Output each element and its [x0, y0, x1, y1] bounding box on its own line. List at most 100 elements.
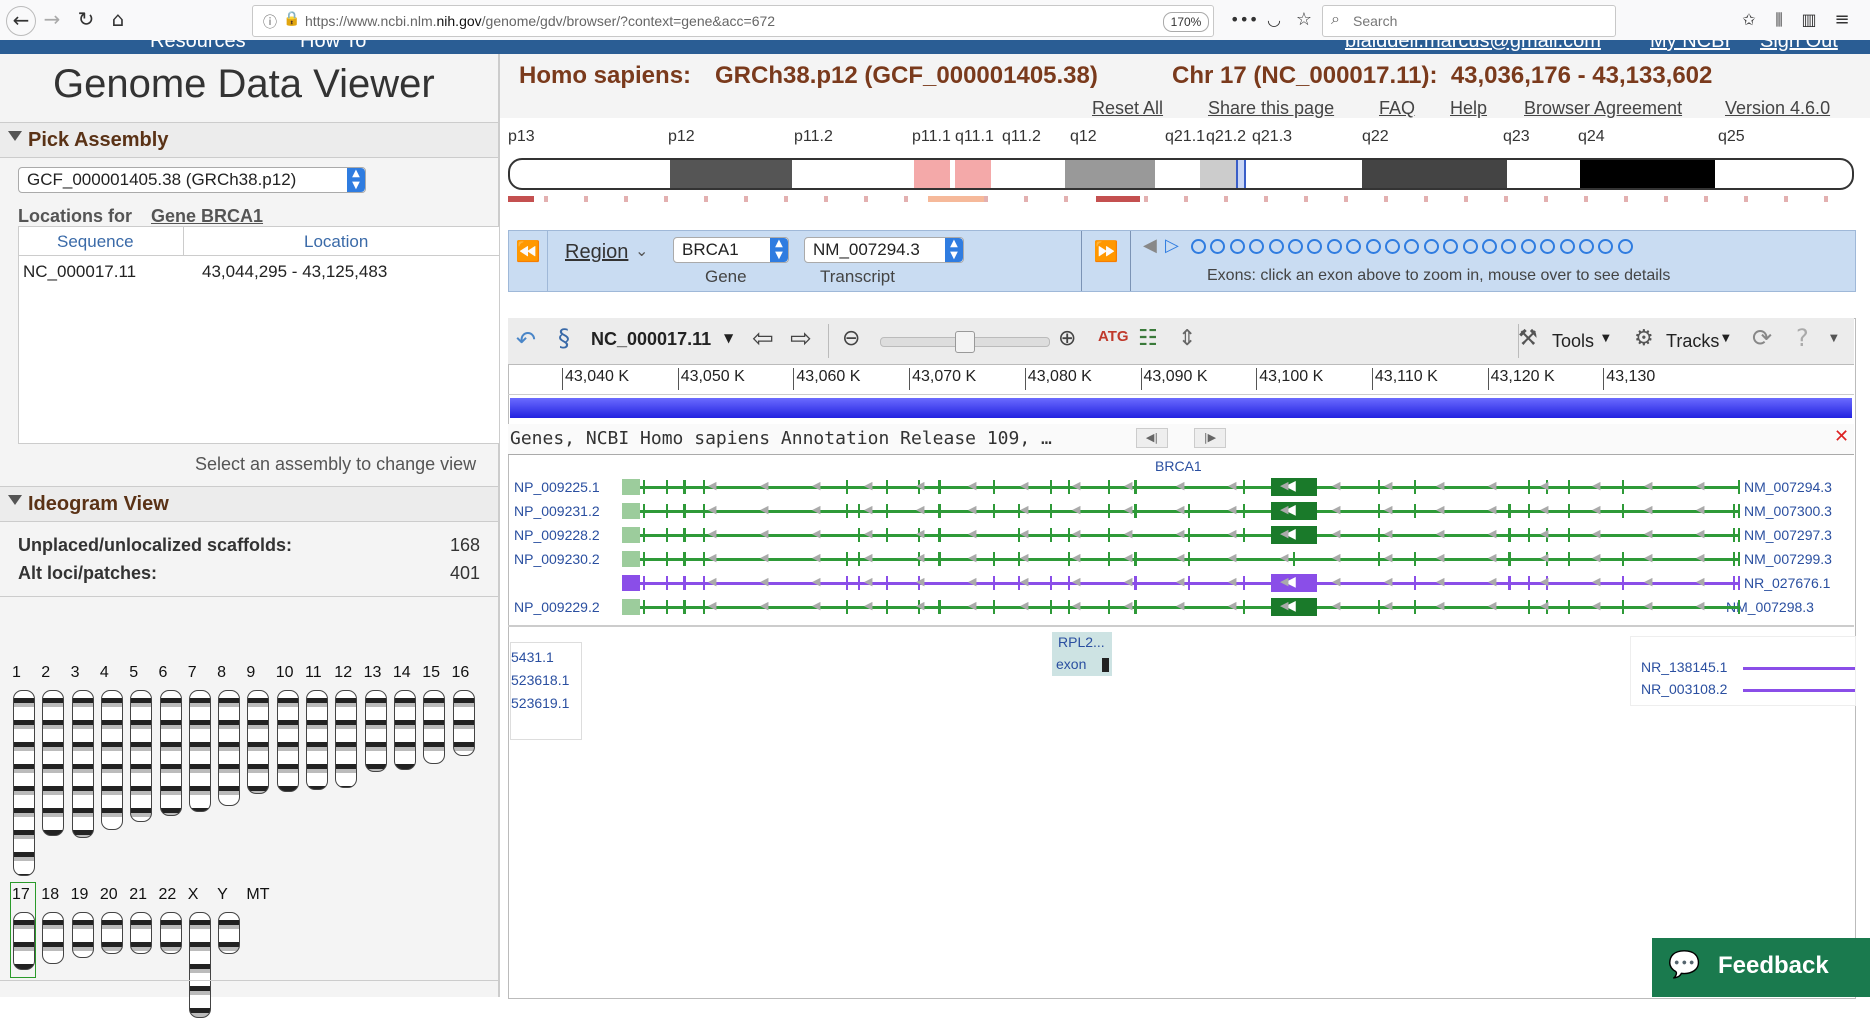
- chromosome-13[interactable]: [364, 690, 387, 772]
- sequence-dropdown[interactable]: NC_000017.11: [591, 329, 711, 350]
- chromosome-ideogram[interactable]: [508, 158, 1854, 190]
- forward-button[interactable]: →: [38, 6, 66, 34]
- chromosome-2[interactable]: [42, 690, 65, 836]
- zoom-in-icon[interactable]: ⊕: [1058, 326, 1076, 351]
- pan-left-icon[interactable]: ⇦: [752, 324, 774, 354]
- table-row[interactable]: NC_000017.11 43,044,295 - 43,125,483: [19, 259, 499, 285]
- chromosome-label[interactable]: 11: [305, 664, 322, 682]
- chromosome-label[interactable]: 21: [129, 886, 147, 904]
- refresh-icon[interactable]: ⟳: [1752, 324, 1772, 352]
- transcript-row[interactable]: NP_009231.2 NM_007300.3 ◀ ◀ ◀ ◀ ◀ ◀ ◀ ◀ ◀ ◀ ◀ ◀ ◀ ◀ ◀ ◀ ◀ ◀…: [508, 500, 1854, 522]
- gene-brca1-link[interactable]: Gene BRCA1: [151, 206, 263, 227]
- chromosome-11[interactable]: [306, 690, 328, 790]
- exon-dot[interactable]: [1346, 239, 1362, 254]
- chromosome-label[interactable]: Y: [217, 886, 228, 904]
- help-icon[interactable]: ?: [1796, 324, 1809, 352]
- chromosome-16[interactable]: [452, 690, 475, 756]
- chromosome-20[interactable]: [100, 912, 123, 954]
- jump-back-icon[interactable]: ⏪: [509, 231, 548, 291]
- exon-dot[interactable]: [1385, 239, 1400, 254]
- rpl-feature[interactable]: RPL2... exon: [1052, 632, 1112, 676]
- transcript-label[interactable]: NM_007294.3: [1744, 479, 1832, 495]
- chromosome-label[interactable]: 16: [452, 664, 470, 682]
- chromosome-label[interactable]: 12: [334, 664, 352, 682]
- chromosome-label[interactable]: 13: [364, 664, 382, 682]
- jump-forward-icon[interactable]: ⏩: [1081, 231, 1131, 291]
- current-region-marker[interactable]: [1236, 160, 1246, 188]
- resources-link[interactable]: Resources: [150, 40, 246, 53]
- partial-label[interactable]: 523619.1: [511, 695, 569, 711]
- chromosome-label[interactable]: 22: [159, 886, 177, 904]
- library-icon[interactable]: ⫼: [1765, 6, 1793, 34]
- transcript-select[interactable]: NM_007294.3 ▲ ▼: [804, 237, 964, 263]
- how-to-link[interactable]: How To: [300, 40, 366, 53]
- chromosome-label[interactable]: 18: [41, 886, 59, 904]
- exon-dot[interactable]: [1482, 239, 1497, 254]
- protein-label[interactable]: NP_009231.2: [514, 503, 600, 519]
- starred-icon[interactable]: ✩: [1735, 6, 1763, 34]
- protein-label[interactable]: NP_009228.2: [514, 527, 600, 543]
- chromosome-14[interactable]: [393, 690, 416, 770]
- exon-dot[interactable]: [1191, 239, 1206, 254]
- feedback-button[interactable]: 💬 Feedback: [1652, 938, 1870, 997]
- chromosome-label[interactable]: MT: [246, 886, 269, 904]
- chromosome-label[interactable]: 4: [100, 664, 109, 682]
- chromosome-label[interactable]: 8: [217, 664, 226, 682]
- protein-label[interactable]: NP_009225.1: [514, 479, 600, 495]
- help-link[interactable]: Help: [1450, 98, 1487, 119]
- exon-dot[interactable]: [1443, 239, 1459, 254]
- transcript-label[interactable]: NR_027676.1: [1744, 575, 1830, 591]
- faq-link[interactable]: FAQ: [1379, 98, 1415, 119]
- exon-dot[interactable]: [1326, 239, 1342, 254]
- gene-label[interactable]: BRCA1: [1155, 458, 1202, 474]
- chromosome-21[interactable]: [130, 912, 153, 954]
- pocket-icon[interactable]: ◡: [1260, 6, 1288, 34]
- chromosome-1[interactable]: [13, 690, 35, 876]
- chromosome-8[interactable]: [218, 690, 241, 806]
- zoom-slider-handle[interactable]: [955, 331, 975, 353]
- chromosome-label[interactable]: 20: [100, 886, 118, 904]
- protein-label[interactable]: NP_009229.2: [514, 599, 600, 615]
- more-actions-icon[interactable]: •••: [1230, 6, 1258, 34]
- chromosome-label[interactable]: 1: [12, 664, 21, 682]
- nr-label[interactable]: NR_138145.1: [1641, 659, 1727, 675]
- column-header-location[interactable]: Location: [304, 232, 368, 252]
- exon-dot[interactable]: [1501, 239, 1517, 254]
- chromosome-label[interactable]: 15: [422, 664, 440, 682]
- sign-out-link[interactable]: Sign Out: [1760, 40, 1838, 53]
- transcript-row[interactable]: NR_027676.1 ◀ ◀ ◀ ◀ ◀ ◀ ◀ ◀ ◀ ◀ ◀ ◀ ◀ ◀ ◀ ◀ ◀ ◀ ◀ ◀ ◀: [508, 572, 1854, 594]
- bookmark-star-icon[interactable]: ☆: [1290, 6, 1318, 34]
- reload-icon[interactable]: ↻: [72, 6, 100, 34]
- track-scroll-left-icon[interactable]: ◀|: [1136, 428, 1168, 448]
- chromosome-label[interactable]: 10: [276, 664, 294, 682]
- chromosome-7[interactable]: [188, 690, 211, 812]
- chromosome-label[interactable]: X: [188, 886, 199, 904]
- region-dropdown[interactable]: Region: [565, 241, 628, 264]
- undo-icon[interactable]: ↶: [516, 326, 536, 354]
- chromosome-18[interactable]: [42, 912, 65, 964]
- atg-icon[interactable]: ATG: [1098, 328, 1129, 345]
- chromosome-label[interactable]: 5: [129, 664, 138, 682]
- info-icon[interactable]: ⓘ: [263, 12, 277, 32]
- exon-dot[interactable]: [1579, 239, 1594, 254]
- exon-dot[interactable]: [1520, 239, 1536, 254]
- prev-exon-icon[interactable]: ◀: [1143, 235, 1157, 256]
- protein-label[interactable]: NP_009230.2: [514, 551, 600, 567]
- zoom-level-badge[interactable]: 170%: [1163, 12, 1209, 32]
- transcript-row[interactable]: NP_009230.2 NM_007299.3 ◀ ◀ ◀ ◀ ◀ ◀ ◀ ◀ ◀ ◀ ◀ ◀ ◀ ◀ ◀ ◀ ◀ ◀…: [508, 548, 1854, 570]
- exon-dot[interactable]: [1210, 239, 1226, 254]
- next-exon-icon[interactable]: ▷: [1165, 235, 1179, 256]
- partial-label[interactable]: 523618.1: [511, 672, 569, 688]
- reset-all-link[interactable]: Reset All: [1092, 98, 1163, 119]
- chromosome-label[interactable]: 3: [71, 664, 80, 682]
- chromosome-label[interactable]: 7: [188, 664, 197, 682]
- ideogram-view-header[interactable]: Ideogram View: [0, 486, 498, 522]
- transcript-label[interactable]: NM_007299.3: [1744, 551, 1832, 567]
- track-scroll-right-icon[interactable]: |▶: [1194, 428, 1226, 448]
- exon-dot[interactable]: [1462, 239, 1478, 254]
- chromosome-label[interactable]: 19: [71, 886, 89, 904]
- menu-icon[interactable]: ≡: [1828, 6, 1856, 34]
- collapse-icon[interactable]: ⇕: [1178, 326, 1196, 351]
- column-header-sequence[interactable]: Sequence: [57, 232, 134, 252]
- browser-agreement-link[interactable]: Browser Agreement: [1524, 98, 1682, 119]
